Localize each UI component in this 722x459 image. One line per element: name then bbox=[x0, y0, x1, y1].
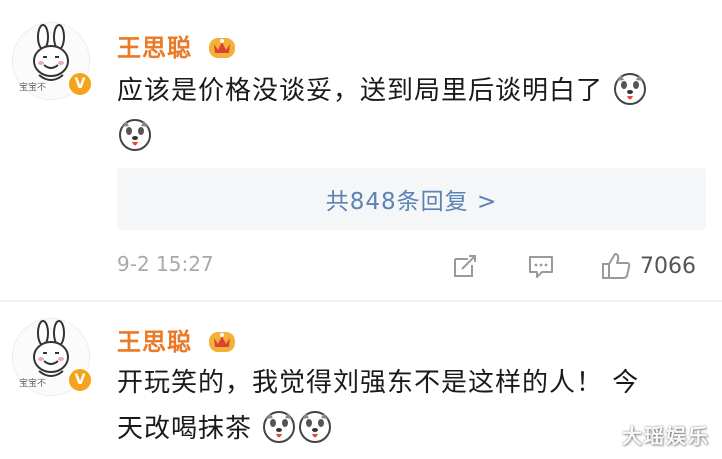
repost-icon bbox=[454, 255, 476, 277]
comment-text-line: 天改喝抹茶 bbox=[117, 414, 253, 444]
verified-v-icon: V bbox=[67, 71, 93, 97]
vip-crown-badge-icon bbox=[209, 38, 236, 58]
vip-crown-badge-icon bbox=[209, 332, 236, 352]
comment-item: 宝宝不 V 王思聪 应该是价格没谈妥，送到局里后谈明白了 共848条回复 > 9… bbox=[0, 0, 722, 300]
comment-text: 开玩笑的，我觉得刘强东不是这样的人！ 今 天改喝抹茶 bbox=[117, 360, 702, 452]
thumbs-up-icon bbox=[602, 253, 631, 279]
comment-button[interactable] bbox=[526, 250, 556, 282]
repost-button[interactable] bbox=[450, 250, 480, 282]
username[interactable]: 王思聪 bbox=[117, 28, 237, 63]
username-label: 王思聪 bbox=[117, 34, 192, 62]
avatar[interactable]: 宝宝不 V bbox=[12, 318, 93, 396]
view-replies-button[interactable]: 共848条回复 > bbox=[117, 168, 706, 230]
username-label: 王思聪 bbox=[117, 328, 192, 356]
dog-face-emoji-icon bbox=[263, 410, 296, 443]
avatar-caption: 宝宝不 bbox=[19, 379, 47, 389]
verified-v-icon: V bbox=[67, 367, 93, 393]
avatar-caption: 宝宝不 bbox=[19, 83, 47, 93]
avatar[interactable]: 宝宝不 V bbox=[12, 22, 93, 100]
dog-face-emoji-icon bbox=[614, 72, 647, 105]
comment-text: 应该是价格没谈妥，送到局里后谈明白了 bbox=[117, 68, 702, 160]
comment-text-line: 开玩笑的，我觉得刘强东不是这样的人！ 今 bbox=[117, 368, 640, 398]
like-count: 7066 bbox=[640, 253, 696, 279]
comment-text-line: 应该是价格没谈妥，送到局里后谈明白了 bbox=[117, 76, 604, 106]
comment-icon bbox=[529, 256, 553, 278]
watermark: 大瑶娱乐 bbox=[622, 424, 710, 448]
dog-face-emoji-icon bbox=[119, 118, 151, 151]
comment-item: 宝宝不 V 王思聪 开玩笑的，我觉得刘强东不是这样的人！ 今 天改喝抹茶 bbox=[0, 302, 722, 459]
username[interactable]: 王思聪 bbox=[117, 322, 237, 357]
dog-face-emoji-icon bbox=[299, 410, 332, 443]
replies-label: 共848条回复 > bbox=[325, 189, 498, 215]
timestamp: 9-2 15:27 bbox=[117, 252, 214, 276]
like-button[interactable]: 7066 bbox=[600, 250, 696, 282]
comment-meta: 9-2 15:27 7066 bbox=[117, 248, 706, 284]
